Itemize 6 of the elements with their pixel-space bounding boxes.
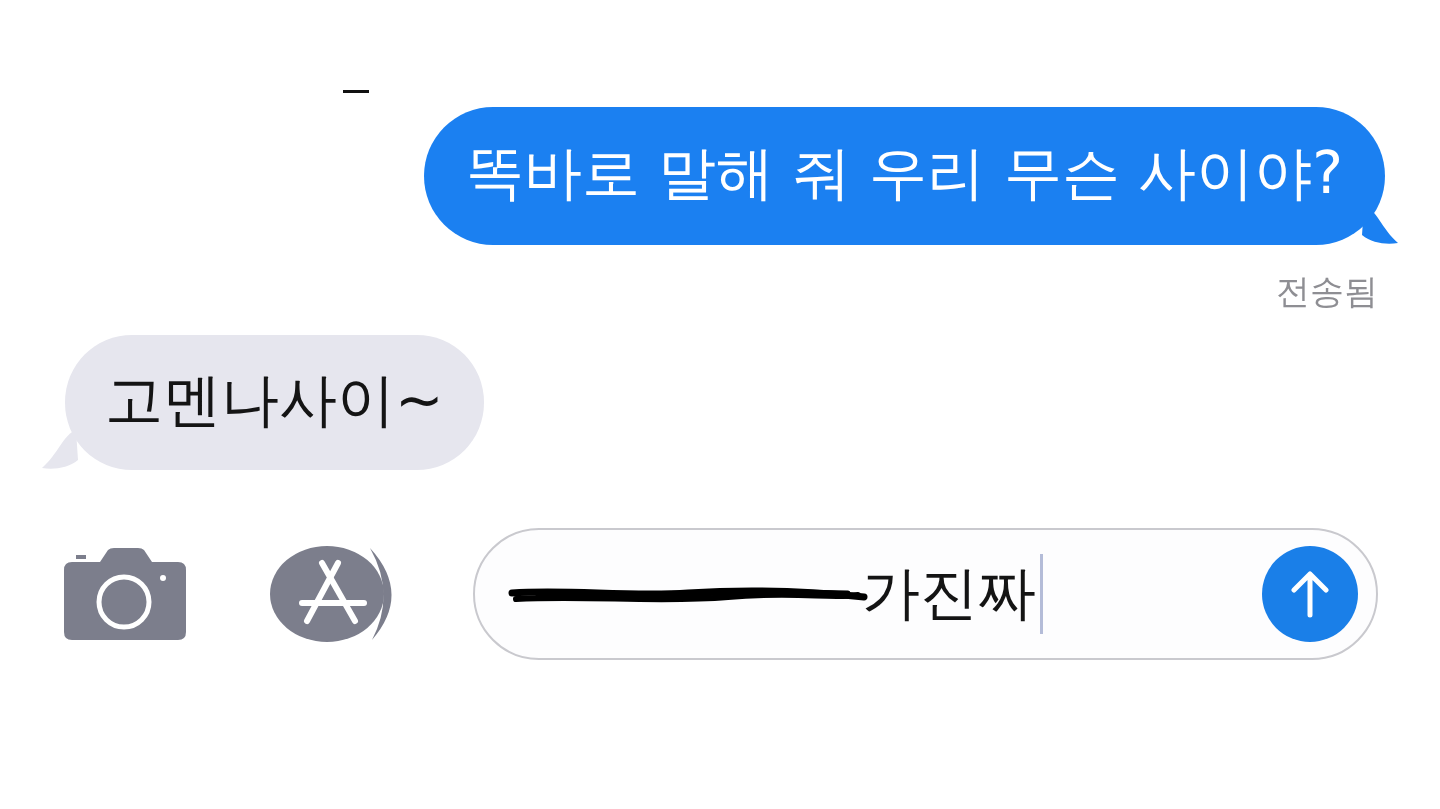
text-cursor-icon: [1040, 554, 1043, 634]
arrow-up-icon: [1291, 570, 1329, 618]
camera-icon[interactable]: [64, 548, 186, 640]
delivery-status: 전송됨: [1276, 271, 1378, 311]
dash-icon: [343, 90, 369, 93]
message-field[interactable]: 가진짜: [473, 528, 1378, 660]
